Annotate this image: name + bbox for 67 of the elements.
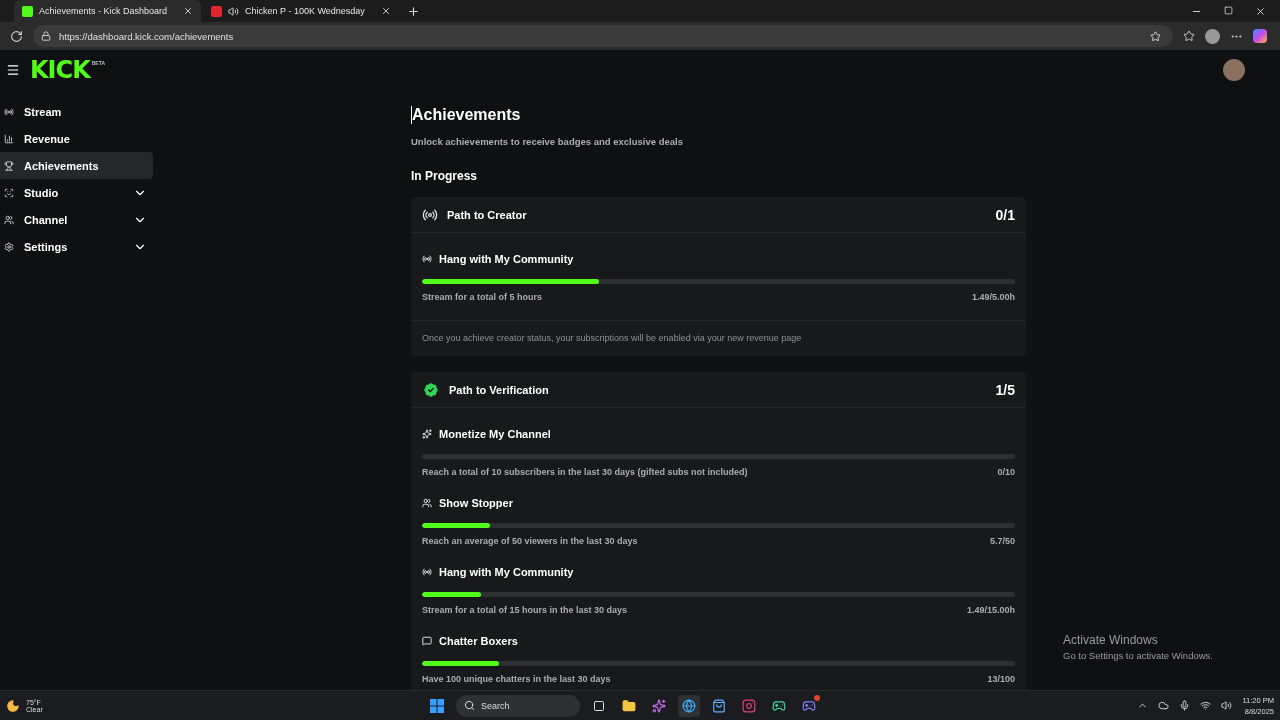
- achievement-title: Hang with My Community: [439, 566, 574, 578]
- sidebar-item[interactable]: Achievements: [0, 152, 153, 179]
- card-title: Path to Creator: [447, 208, 528, 221]
- achievement-icon: [422, 636, 432, 646]
- speaker-icon[interactable]: [1221, 700, 1233, 711]
- achievement-icon: [422, 567, 432, 577]
- progress-count: 0/1: [995, 206, 1015, 223]
- achievement-title: Show Stopper: [439, 497, 513, 509]
- kick-logo[interactable]: KICK: [30, 56, 90, 84]
- favorites-icon[interactable]: [1183, 30, 1195, 42]
- microphone-icon[interactable]: [1179, 700, 1191, 711]
- achievement-title: Hang with My Community: [439, 253, 574, 265]
- avatar[interactable]: [1223, 59, 1245, 81]
- sidebar-item[interactable]: Channel: [0, 206, 153, 233]
- gear-icon: [4, 241, 14, 252]
- profile-icon[interactable]: [1205, 28, 1220, 44]
- page-title: Achievements: [411, 106, 1026, 124]
- achievement-icon: [422, 498, 432, 508]
- progress-reading: 1.49/15.00h: [966, 605, 1015, 615]
- wifi-icon[interactable]: [1200, 700, 1212, 711]
- section-heading: In Progress: [411, 169, 479, 183]
- scan-icon: [4, 187, 14, 198]
- sidebar-item[interactable]: Revenue: [0, 125, 153, 152]
- search-icon: [464, 700, 475, 711]
- progress-reading: 1.49/5.00h: [971, 292, 1015, 302]
- achievement-title: Chatter Boxers: [439, 635, 518, 647]
- bar-chart-icon: [4, 133, 14, 144]
- achievement-description: Have 100 unique chatters in the last 30 days: [422, 674, 611, 684]
- achievement-description: Stream for a total of 15 hours in the last 30 days: [422, 605, 628, 615]
- achievement-description: Reach an average of 50 viewers in the last 30 days: [422, 536, 638, 546]
- address-bar[interactable]: https://dashboard.kick.com/achievements: [33, 25, 1173, 47]
- verified-badge-icon: [422, 380, 440, 399]
- new-tab-icon[interactable]: [406, 4, 420, 18]
- page-subtitle: Unlock achievements to receive badges and exclusive deals: [411, 136, 684, 147]
- sidebar-item[interactable]: Stream: [0, 98, 153, 125]
- achievement-icon: [422, 429, 432, 439]
- card-title: Path to Verification: [449, 383, 550, 396]
- close-icon[interactable]: [183, 6, 194, 16]
- browser-icon[interactable]: [678, 694, 700, 717]
- broadcast-icon: [4, 106, 14, 117]
- sidebar-item[interactable]: Studio: [0, 179, 153, 206]
- trophy-icon: [4, 160, 14, 171]
- browser-tab[interactable]: Chicken P - 100K Wednesday: [203, 0, 399, 22]
- close-icon[interactable]: [380, 6, 391, 16]
- progress-reading: 5.7/50: [989, 536, 1015, 546]
- achievement-title: Monetize My Channel: [439, 428, 551, 440]
- activation-text: Go to Settings to activate Windows.: [1063, 650, 1213, 661]
- info-note: Once you achieve creator status, your subscriptions will be enabled via your new revenue page: [411, 320, 1026, 356]
- achievement-description: Stream for a total of 5 hours: [422, 292, 543, 302]
- achievement-icon: [422, 254, 432, 264]
- progress-reading: 0/10: [997, 467, 1015, 477]
- activation-title: Activate Windows: [1063, 633, 1159, 647]
- users-icon: [4, 214, 14, 225]
- taskbar-search[interactable]: Search: [456, 694, 580, 717]
- progress-count: 1/5: [995, 381, 1015, 398]
- maximize-icon[interactable]: [1224, 5, 1233, 15]
- cloud-icon[interactable]: [1158, 700, 1170, 711]
- browser-tab[interactable]: Achievements - Kick Dashboard: [14, 0, 202, 22]
- achievement-description: Reach a total of 10 subscribers in the last 30 days (gifted subs not included): [422, 467, 748, 477]
- sidebar-item[interactable]: Settings: [0, 233, 153, 260]
- favicon: [22, 5, 33, 17]
- moon-icon: [6, 698, 20, 713]
- progress-reading: 13/100: [987, 674, 1015, 684]
- close-icon[interactable]: [1255, 5, 1266, 17]
- reload-icon[interactable]: [10, 29, 23, 43]
- favicon: [211, 5, 223, 17]
- menu-icon[interactable]: [6, 63, 20, 77]
